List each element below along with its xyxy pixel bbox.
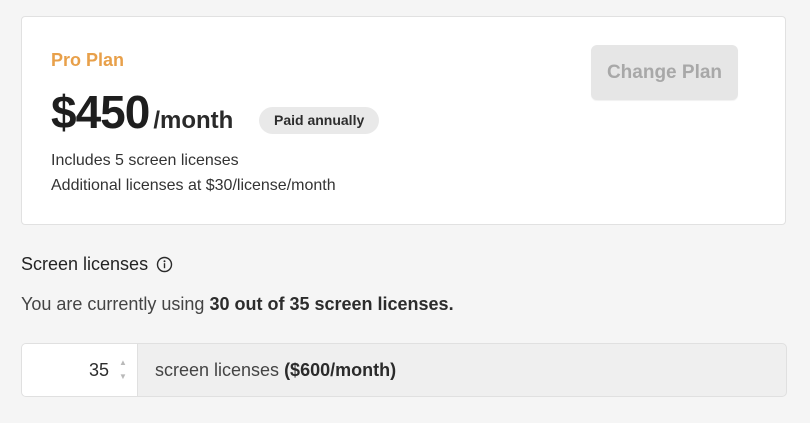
- license-quantity-row: 35 ▲ ▼ screen licenses ($600/month): [21, 343, 787, 397]
- included-licenses-text: Includes 5 screen licenses: [51, 152, 239, 169]
- section-title-text: Screen licenses: [21, 254, 149, 274]
- price-row: $450 /month: [51, 85, 233, 139]
- info-circle-icon[interactable]: [156, 256, 173, 273]
- caret-down-icon[interactable]: ▼: [119, 373, 127, 381]
- usage-prefix: You are currently using: [21, 294, 210, 314]
- price-period: /month: [153, 107, 234, 134]
- caret-up-icon[interactable]: ▲: [119, 359, 127, 367]
- billing-badge: Paid annually: [259, 107, 380, 134]
- plan-name: Pro Plan: [51, 50, 125, 70]
- license-unit-label: screen licenses: [155, 360, 285, 380]
- usage-count: 30 out of 35 screen licenses.: [209, 294, 454, 314]
- license-description: screen licenses ($600/month): [138, 344, 396, 396]
- license-quantity-value[interactable]: 35: [89, 360, 109, 381]
- additional-licenses-text: Additional licenses at $30/license/month: [51, 177, 336, 194]
- license-monthly-cost: ($600/month): [284, 360, 397, 380]
- change-plan-button[interactable]: Change Plan: [591, 45, 738, 100]
- screen-licenses-heading: Screen licenses: [21, 254, 173, 275]
- plan-card: Pro Plan $450 /month Paid annually Inclu…: [21, 16, 786, 225]
- usage-summary: You are currently using 30 out of 35 scr…: [21, 294, 454, 315]
- license-quantity-stepper[interactable]: 35 ▲ ▼: [22, 344, 138, 396]
- price-amount: $450: [51, 86, 150, 138]
